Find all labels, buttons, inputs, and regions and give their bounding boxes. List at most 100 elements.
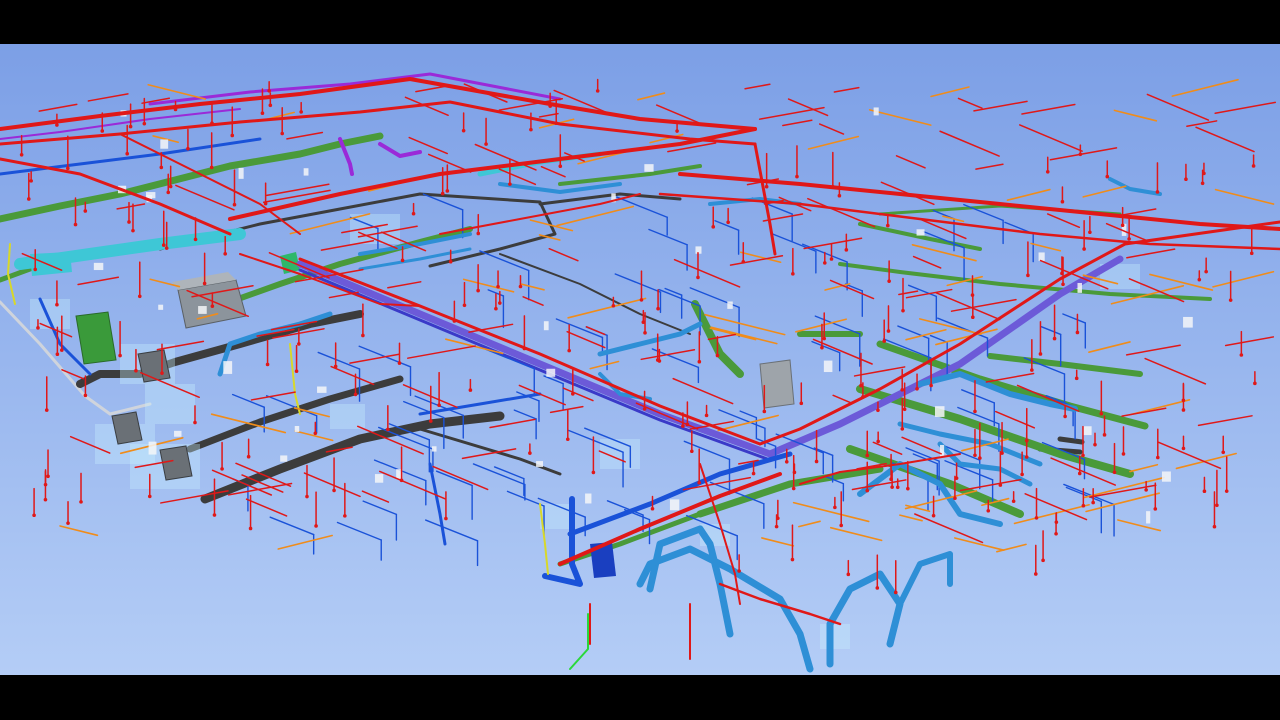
orange-pipe [277, 534, 333, 550]
orange-pipe [1129, 463, 1159, 473]
sprinkler-branch [758, 106, 825, 120]
translucent-clearance-box [145, 384, 195, 424]
sprinkler-head [529, 127, 533, 132]
sprinkler-branch [1019, 124, 1083, 152]
sprinkler-head [565, 437, 570, 442]
sprinkler-branch [549, 405, 584, 414]
sprinkler-head [193, 237, 198, 242]
mep-model-canvas[interactable] [0, 44, 1280, 675]
orange-pipe [1212, 270, 1275, 288]
sprinkler-branch [1121, 407, 1167, 417]
sprinkler-head [193, 420, 197, 425]
chilled-water-pipe [1108, 177, 1162, 196]
equipment-green-panel [75, 311, 117, 365]
sprinkler-head [29, 179, 33, 183]
sprinkler-head [305, 494, 309, 499]
sprinkler-branch [1186, 120, 1218, 128]
sprinkler-head [131, 228, 135, 233]
sprinkler-head [1045, 169, 1050, 174]
sprinkler-head [567, 348, 571, 353]
sprinkler-branch [957, 97, 983, 109]
pipe-fitting [536, 461, 544, 467]
sprinkler-head [893, 590, 898, 595]
sprinkler-head [1102, 433, 1107, 437]
sprinkler-head [929, 383, 933, 388]
water-branch [555, 318, 604, 339]
pipe-fitting [303, 168, 309, 176]
sprinkler-head [299, 110, 303, 114]
sprinkler-head [260, 111, 265, 116]
orange-pipe [904, 490, 978, 510]
letterbox-top [0, 0, 1280, 44]
sprinkler-head [895, 485, 900, 490]
sprinkler-head [202, 281, 207, 286]
water-branch [739, 410, 758, 419]
sprinkler-head [641, 320, 646, 324]
cable-tray [1057, 436, 1085, 445]
sprinkler-main [718, 582, 842, 626]
sprinkler-branch [901, 436, 942, 455]
sprinkler-head [161, 243, 166, 247]
cable-tray [418, 427, 562, 476]
sprinkler-head [1063, 414, 1067, 419]
sprinkler-branch [939, 130, 1000, 157]
pipe-fitting [1038, 252, 1045, 261]
sprinkler-head [498, 301, 502, 305]
sprinkler-head [890, 485, 894, 489]
sprinkler-head [1082, 247, 1086, 251]
orange-pipe [761, 537, 795, 547]
sprinkler-head [476, 288, 480, 293]
water-branch [1040, 325, 1062, 336]
sprinkler-head [837, 193, 842, 198]
water-branch [336, 521, 382, 541]
sprinkler-branch [672, 377, 734, 405]
sprinkler-branch [973, 100, 1028, 112]
orange-pipe [930, 86, 970, 98]
sprinkler-head [1038, 352, 1043, 356]
sprinkler-head [1184, 177, 1188, 182]
sprinkler-branch [1197, 415, 1253, 427]
orange-pipe [567, 297, 647, 319]
sprinkler-head [675, 129, 679, 133]
sprinkler-head [696, 275, 700, 280]
sprinkler-head [726, 220, 730, 225]
water-branch [658, 288, 701, 307]
sprinkler-head [128, 124, 133, 129]
sprinkler-branch [566, 330, 606, 349]
sprinkler-branch [673, 258, 741, 288]
sprinkler-head [1091, 500, 1095, 505]
sprinkler-head [66, 166, 70, 171]
sprinkler-head [844, 248, 849, 252]
3d-model-viewport[interactable] [0, 44, 1280, 675]
sprinkler-head [212, 513, 217, 517]
sprinkler-branch [585, 326, 606, 336]
sprinkler-head [1253, 381, 1257, 386]
sprinkler-head [704, 413, 709, 418]
water-branch [770, 232, 817, 252]
sprinkler-branch [832, 394, 852, 404]
sprinkler-branch [829, 279, 875, 300]
sprinkler-head [476, 231, 481, 236]
water-branch [937, 317, 989, 339]
sprinkler-head [43, 497, 48, 502]
chilled-water-pipe [897, 551, 953, 607]
sprinkler-head [1204, 269, 1208, 274]
sprinkler-head [1155, 190, 1160, 194]
sprinkler-head [681, 424, 685, 428]
sprinkler-head [973, 409, 977, 414]
sprinkler-branch [872, 441, 903, 455]
sprinkler-head [915, 386, 919, 391]
orange-pipe [829, 526, 883, 542]
water-branch [317, 351, 361, 370]
orange-pipe [704, 313, 786, 336]
fan-coil-unit [159, 445, 193, 481]
sprinkler-head [790, 557, 795, 562]
sprinkler-head [784, 460, 789, 464]
sprinkler-branch [245, 498, 288, 517]
sprinkler-branch [1214, 101, 1276, 114]
sprinkler-head [1121, 452, 1126, 456]
pipe-fitting [916, 229, 925, 236]
water-branch [811, 340, 841, 354]
pipe-fitting [727, 301, 733, 309]
sprinkler-head [528, 451, 532, 455]
